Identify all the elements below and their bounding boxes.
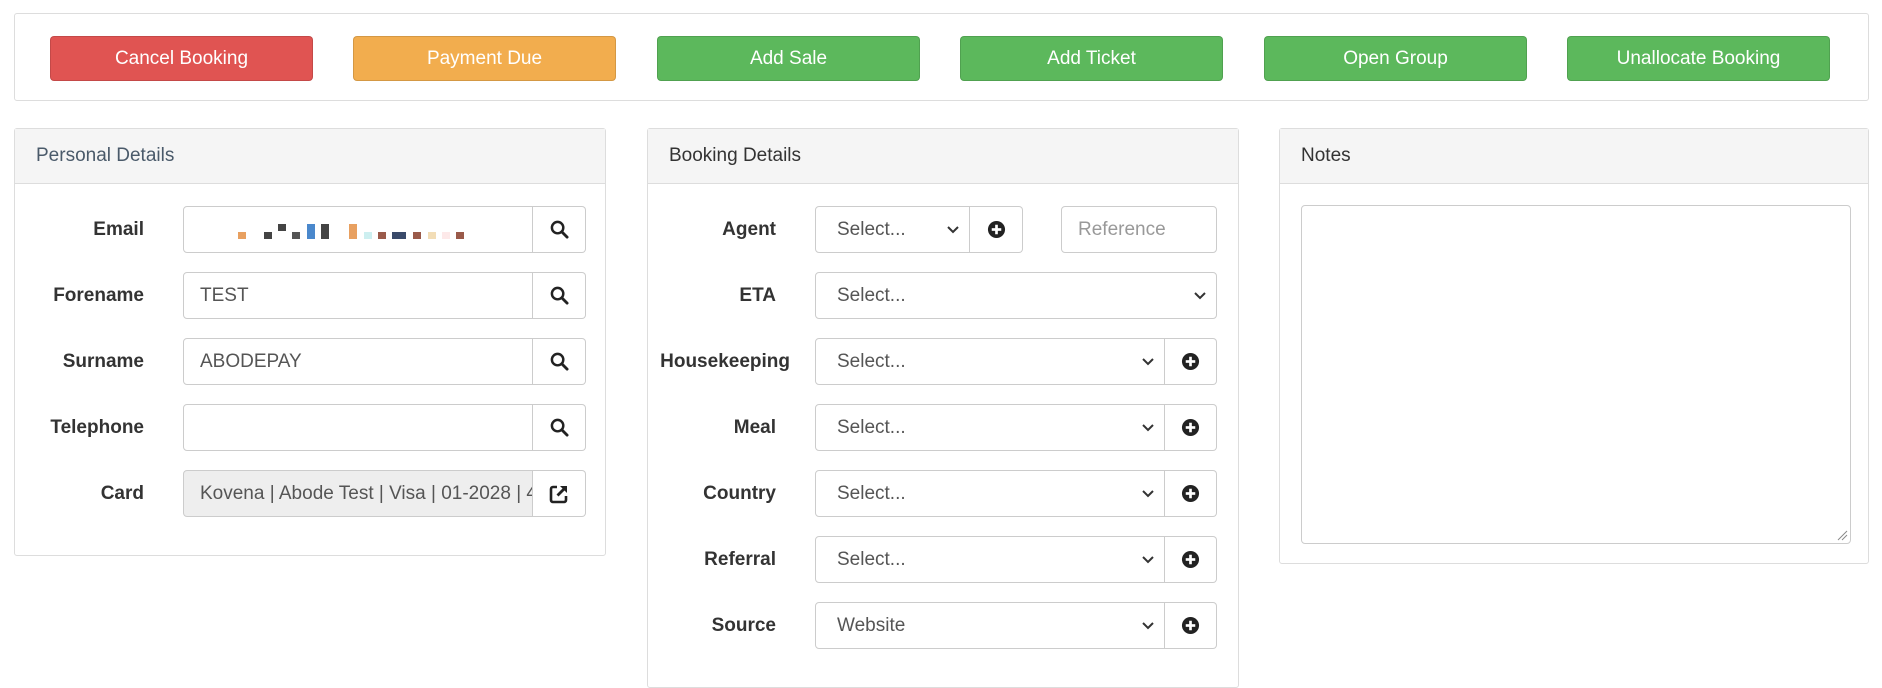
meal-label: Meal (733, 416, 776, 438)
email-search-button[interactable] (533, 206, 586, 253)
card-field: Kovena | Abode Test | Visa | 01-2028 | 4 (183, 470, 533, 517)
eta-label: ETA (739, 284, 776, 306)
redacted-email (184, 207, 532, 252)
open-group-button[interactable]: Open Group (1264, 36, 1527, 81)
agent-label: Agent (722, 218, 776, 240)
add-sale-button[interactable]: Add Sale (657, 36, 920, 81)
cancel-booking-button[interactable]: Cancel Booking (50, 36, 313, 81)
forename-row: Forename TEST (15, 272, 605, 319)
plus-circle-icon (1181, 352, 1200, 371)
card-label: Card (100, 482, 144, 504)
source-row: Source Website (648, 602, 1238, 649)
housekeeping-label: Housekeeping (660, 350, 790, 372)
plus-circle-icon (1181, 484, 1200, 503)
resize-handle-icon[interactable] (1836, 529, 1848, 541)
source-label: Source (711, 614, 776, 636)
source-select[interactable]: Website (815, 602, 1165, 649)
country-value: Select... (837, 482, 906, 504)
referral-select[interactable]: Select... (815, 536, 1165, 583)
surname-field[interactable]: ABODEPAY (183, 338, 533, 385)
email-row: Email (15, 206, 605, 253)
country-row: Country Select... (648, 470, 1238, 517)
referral-add-button[interactable] (1165, 536, 1217, 583)
email-field[interactable] (183, 206, 533, 253)
forename-label: Forename (53, 284, 144, 306)
chevron-down-icon (947, 226, 959, 234)
panel-title: Booking Details (648, 129, 1238, 184)
country-select[interactable]: Select... (815, 470, 1165, 517)
eta-select[interactable]: Select... (815, 272, 1217, 319)
booking-details-panel: Booking Details Agent Select... Referenc… (647, 128, 1239, 688)
chevron-down-icon (1142, 622, 1154, 630)
referral-value: Select... (837, 548, 906, 570)
plus-circle-icon (987, 220, 1005, 239)
telephone-search-button[interactable] (533, 404, 586, 451)
search-icon (550, 418, 569, 437)
surname-row: Surname ABODEPAY (15, 338, 605, 385)
agent-select[interactable]: Select... (815, 206, 970, 253)
search-icon (550, 352, 569, 371)
surname-search-button[interactable] (533, 338, 586, 385)
meal-row: Meal Select... (648, 404, 1238, 451)
notes-textarea[interactable] (1301, 205, 1851, 544)
telephone-field[interactable] (183, 404, 533, 451)
panel-title: Notes (1280, 129, 1868, 184)
chevron-down-icon (1194, 292, 1206, 300)
housekeeping-select[interactable]: Select... (815, 338, 1165, 385)
external-link-icon (549, 485, 568, 503)
meal-select[interactable]: Select... (815, 404, 1165, 451)
housekeeping-value: Select... (837, 350, 906, 372)
telephone-row: Telephone (15, 404, 605, 451)
chevron-down-icon (1142, 556, 1154, 564)
search-icon (550, 286, 569, 305)
payment-due-button[interactable]: Payment Due (353, 36, 616, 81)
plus-circle-icon (1181, 616, 1200, 635)
agent-value: Select... (837, 218, 906, 240)
chevron-down-icon (1142, 424, 1154, 432)
add-ticket-button[interactable]: Add Ticket (960, 36, 1223, 81)
notes-panel: Notes (1279, 128, 1869, 564)
agent-add-button[interactable] (970, 206, 1023, 253)
personal-details-panel: Personal Details Email Forename TEST Sur… (14, 128, 606, 556)
panel-title: Personal Details (15, 129, 605, 184)
telephone-label: Telephone (50, 416, 144, 438)
surname-label: Surname (62, 350, 144, 372)
meal-value: Select... (837, 416, 906, 438)
action-toolbar: Cancel Booking Payment Due Add Sale Add … (14, 13, 1869, 101)
forename-search-button[interactable] (533, 272, 586, 319)
source-add-button[interactable] (1165, 602, 1217, 649)
referral-row: Referral Select... (648, 536, 1238, 583)
forename-field[interactable]: TEST (183, 272, 533, 319)
plus-circle-icon (1181, 550, 1200, 569)
meal-add-button[interactable] (1165, 404, 1217, 451)
country-label: Country (703, 482, 776, 504)
card-open-button[interactable] (533, 470, 586, 517)
agent-row: Agent Select... Reference (648, 206, 1238, 253)
chevron-down-icon (1142, 358, 1154, 366)
referral-label: Referral (704, 548, 776, 570)
unallocate-booking-button[interactable]: Unallocate Booking (1567, 36, 1830, 81)
eta-row: ETA Select... (648, 272, 1238, 319)
plus-circle-icon (1181, 418, 1200, 437)
country-add-button[interactable] (1165, 470, 1217, 517)
email-label: Email (93, 218, 144, 240)
housekeeping-row: Housekeeping Select... (648, 338, 1238, 385)
chevron-down-icon (1142, 490, 1154, 498)
source-value: Website (837, 614, 906, 636)
search-icon (550, 220, 569, 239)
housekeeping-add-button[interactable] (1165, 338, 1217, 385)
reference-input[interactable]: Reference (1061, 206, 1217, 253)
eta-value: Select... (837, 284, 906, 306)
card-row: Card Kovena | Abode Test | Visa | 01-202… (15, 470, 605, 517)
